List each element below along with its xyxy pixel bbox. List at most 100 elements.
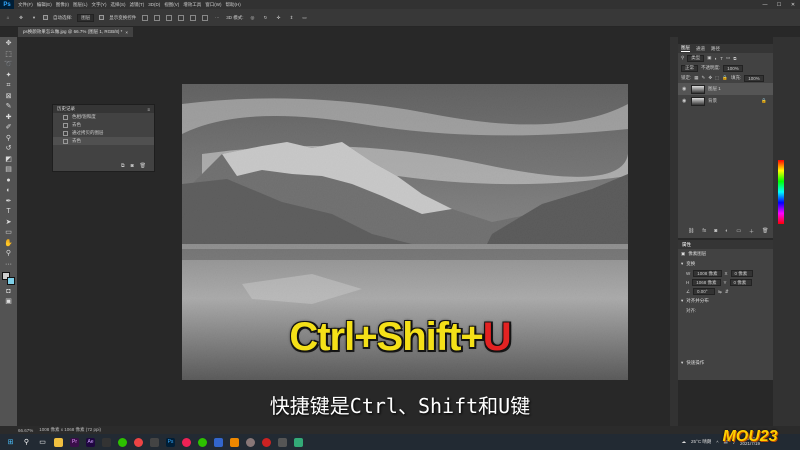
- wechat-icon[interactable]: [118, 437, 127, 447]
- dodge-tool-icon[interactable]: ◐: [3, 186, 14, 195]
- align-right-icon[interactable]: [166, 14, 173, 21]
- task-view-icon[interactable]: ▭: [38, 438, 47, 447]
- panel-menu-icon[interactable]: ≡: [147, 107, 150, 112]
- layer-row[interactable]: ◉ 背景 🔒: [678, 95, 773, 107]
- pan-3d-icon[interactable]: ✣: [275, 14, 283, 22]
- menu-item-view[interactable]: 视图(V): [164, 2, 179, 8]
- lock-pixels-icon[interactable]: ✎: [702, 75, 706, 81]
- minimize-button[interactable]: —: [758, 0, 772, 9]
- menu-item-help[interactable]: 帮助(H): [226, 2, 241, 8]
- history-item[interactable]: 通过拷贝的图层: [53, 129, 154, 137]
- wechat-icon[interactable]: [198, 437, 207, 447]
- tab-paths[interactable]: 路径: [711, 46, 720, 52]
- angle-input[interactable]: 0.00°: [693, 288, 716, 295]
- zoom-tool-icon[interactable]: ⚲: [3, 249, 14, 258]
- blur-tool-icon[interactable]: ●: [3, 176, 14, 185]
- trash-icon[interactable]: 🗑: [762, 228, 768, 235]
- lock-all-icon[interactable]: 🔒: [722, 75, 728, 81]
- chevron-down-icon[interactable]: ▾: [30, 14, 38, 22]
- magic-wand-tool-icon[interactable]: ✦: [3, 71, 14, 80]
- home-icon[interactable]: ⌂: [4, 14, 12, 22]
- y-input[interactable]: 0 像素: [729, 279, 752, 286]
- adjustment-layer-icon[interactable]: ◐: [725, 228, 728, 235]
- height-input[interactable]: 1068 像素: [692, 279, 721, 286]
- background-color-swatch[interactable]: [7, 277, 15, 285]
- app-icon[interactable]: [294, 437, 303, 447]
- app-icon[interactable]: [102, 437, 111, 447]
- marquee-tool-icon[interactable]: ⬚: [3, 50, 14, 59]
- transform-section-header[interactable]: ▾ 变换: [678, 259, 773, 269]
- color-spectrum-bar[interactable]: [778, 160, 784, 224]
- menu-item-filter[interactable]: 滤镜(T): [130, 2, 145, 8]
- app-icon[interactable]: [182, 437, 191, 447]
- show-transform-checkbox[interactable]: [99, 15, 105, 20]
- frame-tool-icon[interactable]: ⊠: [3, 92, 14, 101]
- layer-style-icon[interactable]: fx: [702, 228, 706, 235]
- align-middle-icon[interactable]: [190, 14, 197, 21]
- close-window-button[interactable]: ✕: [786, 0, 800, 9]
- menu-item-file[interactable]: 文件(F): [18, 2, 33, 8]
- camera-3d-icon[interactable]: ▭: [301, 14, 309, 22]
- visibility-eye-icon[interactable]: ◉: [682, 86, 688, 92]
- layer-name[interactable]: 背景: [708, 98, 717, 104]
- app-icon[interactable]: [214, 437, 223, 447]
- lock-position-icon[interactable]: ✥: [708, 75, 712, 81]
- auto-select-dropdown[interactable]: 图层: [77, 13, 95, 22]
- chevron-down-icon[interactable]: ▾: [681, 298, 683, 304]
- color-swatches[interactable]: [2, 272, 15, 285]
- add-mask-icon[interactable]: ◙: [714, 228, 717, 235]
- after-effects-icon[interactable]: Ae: [86, 437, 95, 447]
- brush-tool-icon[interactable]: ✐: [3, 123, 14, 132]
- chrome-icon[interactable]: [134, 437, 143, 447]
- lock-artboard-icon[interactable]: ⬚: [715, 75, 719, 81]
- slide-3d-icon[interactable]: ⇕: [288, 14, 296, 22]
- menu-item-image[interactable]: 图像(I): [56, 2, 69, 8]
- roll-3d-icon[interactable]: ↻: [262, 14, 270, 22]
- layer-name[interactable]: 图层 1: [708, 86, 721, 92]
- document-tab[interactable]: ps换颜效果怎么做.jpg @ 66.7% (图层 1, RGB/8) * ×: [18, 27, 133, 37]
- tab-layers[interactable]: 图层: [681, 45, 690, 52]
- chevron-down-icon[interactable]: ▾: [681, 261, 683, 267]
- link-layers-icon[interactable]: ⛓: [688, 228, 694, 235]
- history-brush-tool-icon[interactable]: ↺: [3, 144, 14, 153]
- path-selection-tool-icon[interactable]: ➤: [3, 218, 14, 227]
- avatar-icon[interactable]: [246, 437, 255, 447]
- premiere-icon[interactable]: Pr: [70, 437, 79, 447]
- lasso-tool-icon[interactable]: ➰: [3, 60, 14, 69]
- pen-tool-icon[interactable]: ✒: [3, 197, 14, 206]
- align-bottom-icon[interactable]: [202, 14, 209, 21]
- auto-select-checkbox[interactable]: [43, 15, 48, 20]
- trash-icon[interactable]: 🗑: [140, 163, 146, 169]
- chevron-down-icon[interactable]: ▾: [681, 360, 683, 366]
- menu-item-layer[interactable]: 图层(L): [73, 2, 88, 8]
- maximize-button[interactable]: ☐: [772, 0, 786, 9]
- menu-item-plugins[interactable]: 增效工具: [183, 2, 201, 8]
- move-tool-icon[interactable]: ✥: [17, 14, 25, 22]
- blend-mode-dropdown[interactable]: 正常: [681, 64, 698, 72]
- orbit-3d-icon[interactable]: ◎: [249, 14, 257, 22]
- windows-start-icon[interactable]: ⊞: [6, 438, 15, 447]
- screen-mode-icon[interactable]: ▣: [3, 297, 14, 306]
- flip-vertical-icon[interactable]: ⇵: [725, 289, 729, 295]
- clone-stamp-tool-icon[interactable]: ⚲: [3, 134, 14, 143]
- eraser-tool-icon[interactable]: ◩: [3, 155, 14, 164]
- app-icon[interactable]: [278, 437, 287, 447]
- x-input[interactable]: 0 像素: [730, 270, 753, 277]
- filter-pixel-icon[interactable]: ▣: [707, 55, 711, 61]
- document-info[interactable]: 1008 像素 x 1068 像素 (72 ppi): [39, 427, 101, 433]
- file-explorer-icon[interactable]: [54, 437, 63, 447]
- new-document-from-state-icon[interactable]: ⧉: [121, 163, 125, 169]
- snapshot-camera-icon[interactable]: ◙: [131, 163, 134, 169]
- gradient-tool-icon[interactable]: ▤: [3, 165, 14, 174]
- weather-icon[interactable]: ☁: [682, 439, 687, 445]
- flip-horizontal-icon[interactable]: ⇋: [718, 289, 722, 295]
- move-tool-icon[interactable]: ✥: [3, 39, 14, 48]
- align-section-header[interactable]: ▾ 对齐并分布: [678, 296, 773, 306]
- app-icon[interactable]: [230, 437, 239, 447]
- tab-channels[interactable]: 通道: [696, 46, 705, 52]
- filter-smart-icon[interactable]: ⧉: [733, 56, 736, 61]
- menu-item-edit[interactable]: 编辑(E): [37, 2, 52, 8]
- hand-tool-icon[interactable]: ✋: [3, 239, 14, 248]
- tab-properties[interactable]: 属性: [682, 242, 691, 248]
- width-input[interactable]: 1008 像素: [693, 270, 722, 277]
